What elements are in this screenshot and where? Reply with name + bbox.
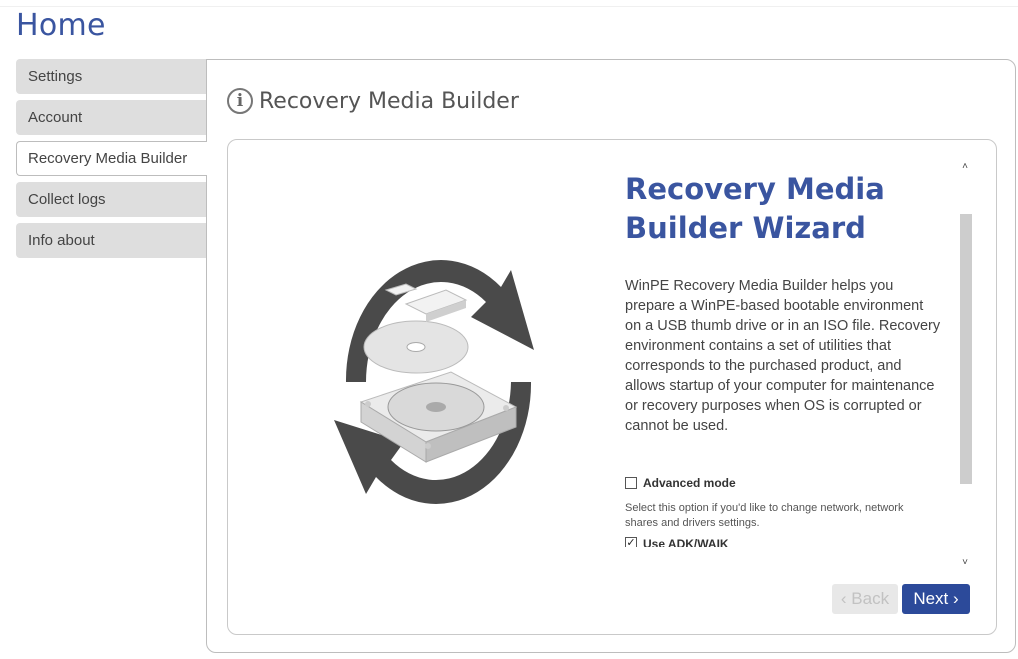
sidebar-item-account[interactable]: Account bbox=[16, 100, 208, 135]
page-title: Home bbox=[16, 8, 106, 43]
advanced-mode-label[interactable]: Advanced mode bbox=[643, 476, 736, 490]
scroll-up-icon[interactable]: ˄ bbox=[958, 160, 972, 174]
sidebar-item-info-about[interactable]: Info about bbox=[16, 223, 208, 258]
sidebar-item-collect-logs[interactable]: Collect logs bbox=[16, 182, 208, 217]
top-divider bbox=[0, 6, 1018, 7]
scroll-down-icon[interactable]: ˅ bbox=[958, 556, 972, 570]
info-icon: i bbox=[227, 88, 253, 114]
sidebar: Settings Account Recovery Media Builder … bbox=[16, 59, 208, 264]
advanced-mode-option: Advanced mode Select this option if you'… bbox=[625, 476, 945, 531]
back-button[interactable]: ‹ Back bbox=[832, 584, 898, 614]
wizard-heading: Recovery Media Builder Wizard bbox=[625, 172, 885, 245]
next-button[interactable]: Next › bbox=[902, 584, 970, 614]
advanced-mode-description: Select this option if you'd like to chan… bbox=[625, 502, 904, 529]
sidebar-item-recovery-media-builder[interactable]: Recovery Media Builder bbox=[16, 141, 207, 176]
wizard-card: Recovery Media Builder Wizard WinPE Reco… bbox=[227, 139, 997, 635]
wizard-description: WinPE Recovery Media Builder helps you p… bbox=[625, 278, 941, 434]
wizard-scrollbar[interactable]: ˄ ˅ bbox=[958, 160, 972, 570]
use-adk-option: ✓ Use ADK/WAIK bbox=[625, 537, 945, 547]
wizard-text-column: Recovery Media Builder Wizard WinPE Reco… bbox=[625, 170, 945, 547]
recovery-media-illustration-icon bbox=[334, 260, 534, 504]
sidebar-item-settings[interactable]: Settings bbox=[16, 59, 208, 94]
use-adk-checkbox[interactable]: ✓ bbox=[625, 537, 637, 547]
section-title: Recovery Media Builder bbox=[259, 88, 519, 114]
scroll-thumb[interactable] bbox=[960, 214, 972, 484]
main-panel: i Recovery Media Builder Recovery Media … bbox=[206, 59, 1016, 653]
section-header: i Recovery Media Builder bbox=[227, 88, 519, 114]
advanced-mode-checkbox[interactable] bbox=[625, 477, 637, 489]
use-adk-label[interactable]: Use ADK/WAIK bbox=[643, 537, 729, 547]
